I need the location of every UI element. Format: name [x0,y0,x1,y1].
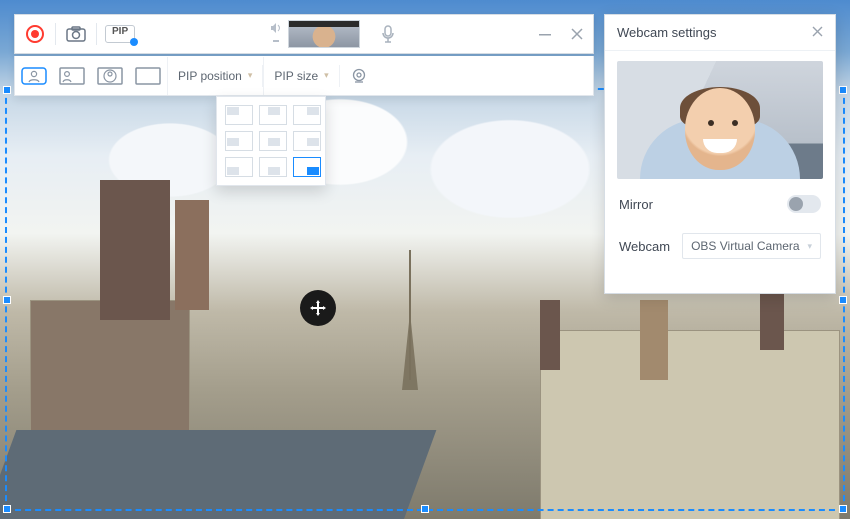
panel-title: Webcam settings [617,25,716,40]
main-toolbar: PIP [14,14,594,54]
overlay-shape-person-rounded[interactable] [15,57,53,95]
microphone-icon [381,25,395,43]
overlay-shape-person-circle[interactable] [91,57,129,95]
webcam-selected-value: OBS Virtual Camera [691,239,800,253]
microphone-button[interactable] [368,14,408,54]
eiffel-tower [400,290,420,380]
move-icon [309,299,327,317]
chevron-down-icon: ▾ [248,70,253,81]
chevron-down-icon: ▾ [324,70,329,81]
webcam-preview [617,61,823,179]
camera-icon [66,26,86,42]
pip-pos-left[interactable] [225,131,253,151]
mirror-toggle[interactable] [787,195,821,213]
pip-preview-thumbnail[interactable] [288,20,360,48]
overlay-shape-person-left[interactable] [53,57,91,95]
chimney [175,200,209,310]
minimize-button[interactable] [529,14,561,54]
close-button[interactable] [561,14,593,54]
chimney [760,290,784,350]
chimney [640,300,668,380]
speaker-icon [270,23,282,33]
pip-pos-bottom-right[interactable] [293,157,321,177]
close-icon [812,26,823,37]
screenshot-button[interactable] [56,14,96,54]
pip-sub-toolbar: PIP position ▾ PIP size ▾ [14,56,594,96]
pip-position-label: PIP position [178,69,242,83]
pip-pos-top-right[interactable] [293,105,321,125]
pip-size-label: PIP size [274,69,318,83]
panel-close-button[interactable] [812,24,823,41]
pip-size-dropdown[interactable]: PIP size ▾ [263,57,338,95]
chevron-down-icon: ▾ [807,241,812,252]
building [540,330,840,519]
audio-level-icon [264,23,288,45]
mirror-row: Mirror [605,185,835,223]
toggle-knob [789,197,803,211]
record-icon [25,24,45,44]
chimney [100,180,170,320]
mirror-label: Mirror [619,197,653,212]
minimize-icon [539,28,551,40]
pip-pos-top-left[interactable] [225,105,253,125]
pip-pos-bottom-center[interactable] [259,157,287,177]
webcam-label: Webcam [619,239,670,254]
webcam-settings-button[interactable] [340,57,378,95]
pip-label: PIP [112,26,128,37]
active-badge-icon [130,38,138,46]
pip-pos-center[interactable] [259,131,287,151]
pip-position-grid-popover [216,96,326,186]
separator [96,23,97,45]
pip-pos-right[interactable] [293,131,321,151]
move-selection-handle[interactable] [300,290,336,326]
webcam-row: Webcam OBS Virtual Camera ▾ [605,223,835,269]
webcam-settings-panel: Webcam settings Mirror Webcam OBS Virtua… [604,14,836,294]
record-button[interactable] [15,14,55,54]
dash-icon [273,37,279,45]
pip-pos-top-center[interactable] [259,105,287,125]
webcam-select[interactable]: OBS Virtual Camera ▾ [682,233,821,259]
close-icon [571,28,583,40]
chimney [540,300,560,370]
panel-titlebar: Webcam settings [605,15,835,51]
webcam-icon [350,67,368,85]
pip-position-dropdown[interactable]: PIP position ▾ [167,57,262,95]
overlay-shape-rect[interactable] [129,57,167,95]
roof [0,430,436,519]
pip-mode-button[interactable]: PIP [105,25,135,43]
pip-pos-bottom-left[interactable] [225,157,253,177]
